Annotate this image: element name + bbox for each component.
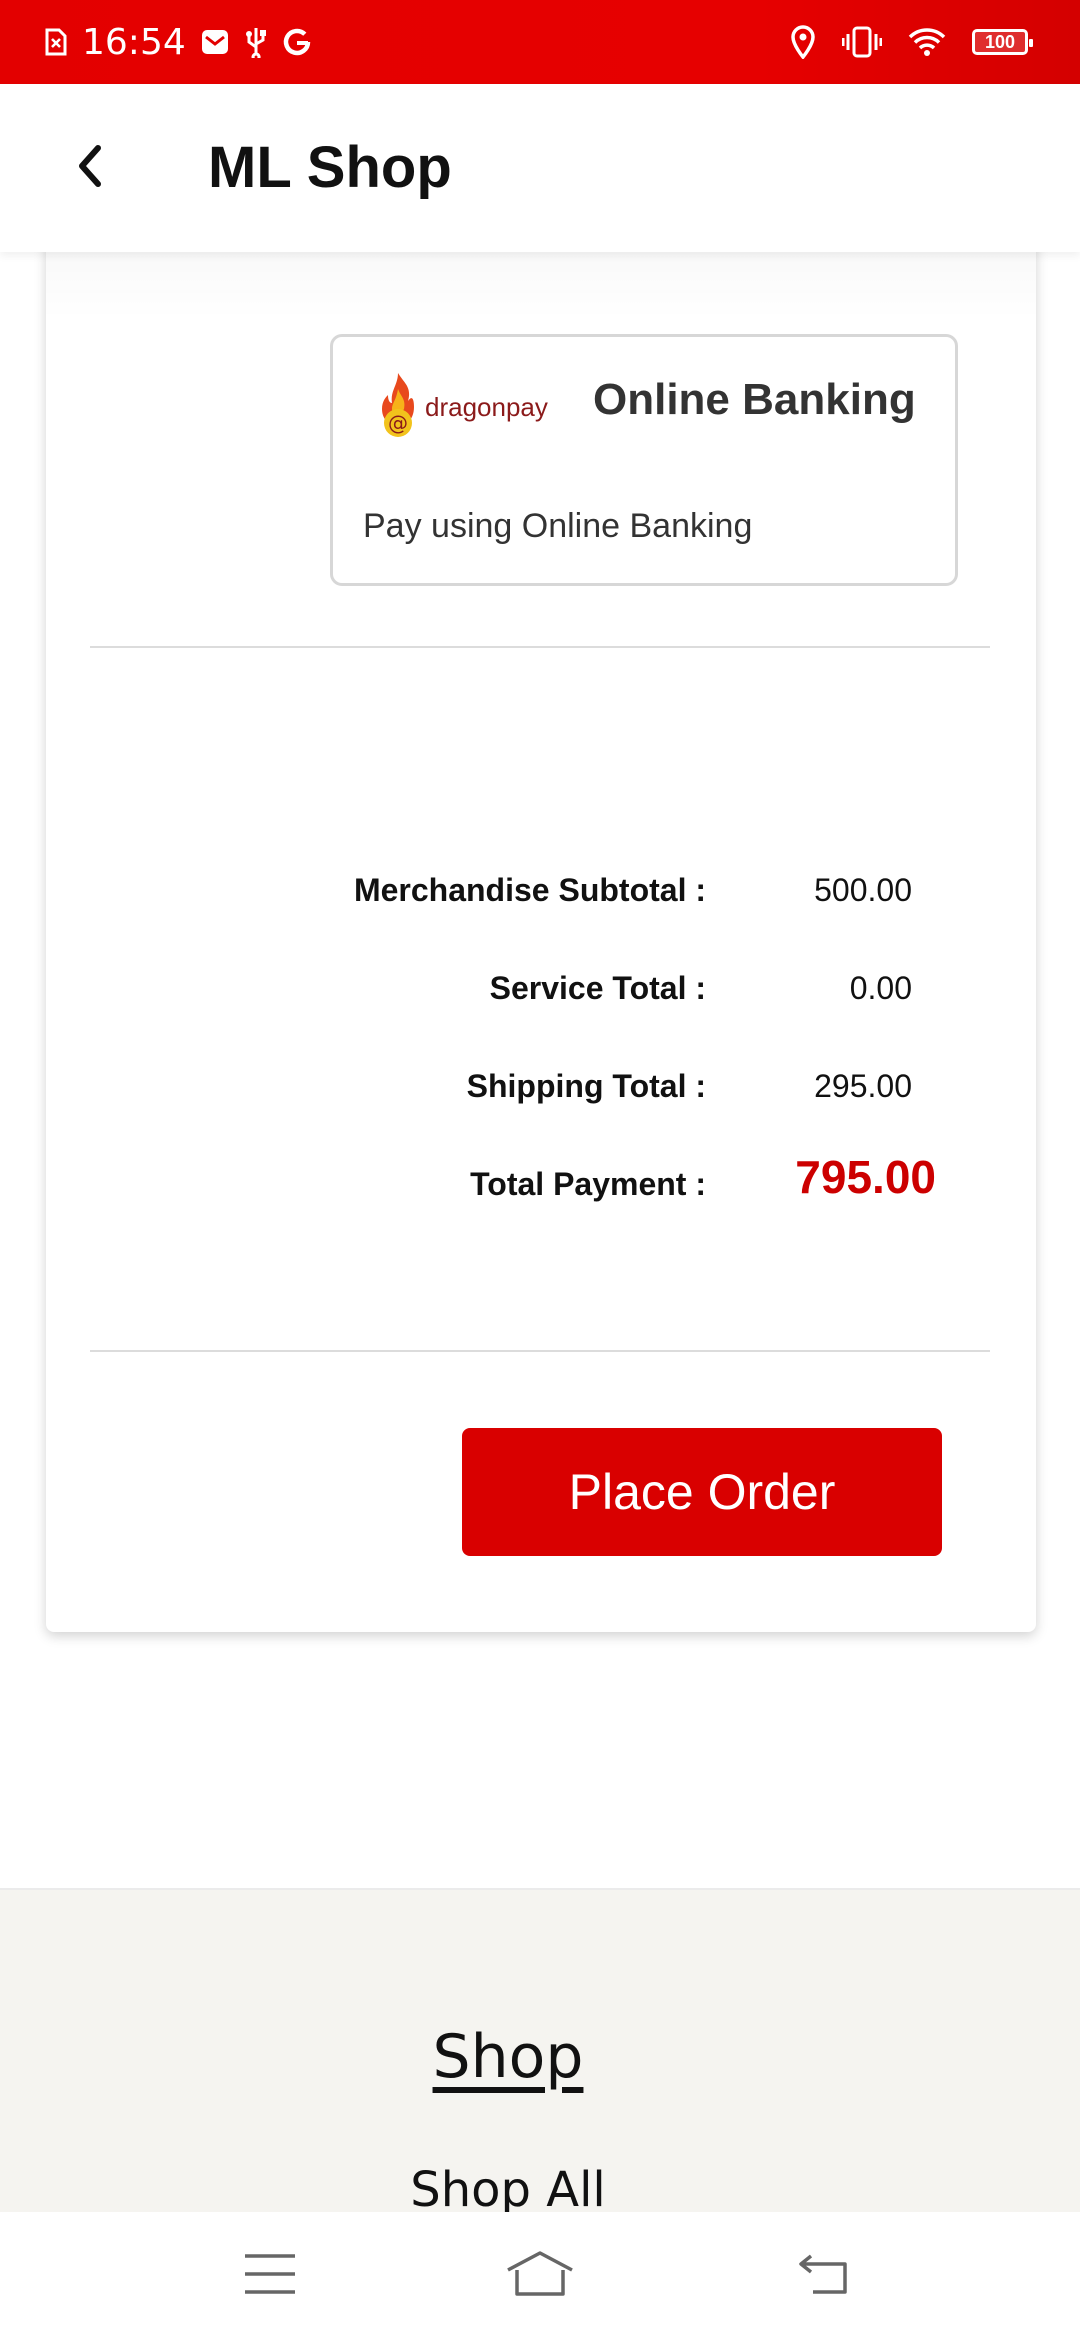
wifi-icon [908,27,946,57]
payment-option-description: Pay using Online Banking [363,507,753,545]
mail-icon [200,27,230,57]
payment-option-online-banking[interactable]: @ dragonpay Online Banking Pay using Onl… [330,334,958,586]
payment-option-title: Online Banking [593,375,916,424]
divider [90,1350,990,1352]
svg-text:@: @ [388,411,408,435]
dragonpay-logo: @ dragonpay [379,367,549,447]
back-button[interactable] [56,134,124,202]
usb-icon [244,26,268,58]
summary-row-service: Service Total : 0.00 [46,970,1036,1030]
total-payment-label: Total Payment : [470,1166,706,1202]
summary-value: 500.00 [814,872,912,908]
page-title: ML Shop [208,135,452,200]
menu-icon [243,2252,297,2301]
provider-logo-text: dragonpay [425,391,548,422]
summary-label: Shipping Total : [466,1068,706,1104]
home-icon [505,2250,575,2303]
summary-row-total: Total Payment : 795.00 [46,1151,1036,1226]
vibrate-icon [842,26,882,58]
summary-label: Merchandise Subtotal : [353,872,706,908]
footer-link-shop-all[interactable]: Shop All [0,2162,1016,2218]
checkout-card: @ dragonpay Online Banking Pay using Onl… [46,120,1036,1632]
app-bar: ML Shop [0,84,1080,252]
back-icon [797,2252,851,2301]
summary-row-merchandise: Merchandise Subtotal : 500.00 [46,872,1036,932]
nav-home-button[interactable] [500,2236,580,2316]
nav-back-button[interactable] [784,2236,864,2316]
battery-indicator: 100 [972,29,1033,55]
chevron-left-icon [72,142,108,195]
location-icon [790,25,816,59]
status-bar: 16:54 100 [0,0,1080,84]
status-time: 16:54 [82,21,186,63]
google-icon [282,27,312,57]
total-payment-value: 795.00 [795,1151,936,1203]
summary-row-shipping: Shipping Total : 295.00 [46,1068,1036,1128]
place-order-button[interactable]: Place Order [462,1428,942,1556]
divider [90,646,990,648]
summary-label: Service Total : [489,970,706,1006]
nav-menu-button[interactable] [230,2236,310,2316]
system-nav-bar [0,2212,1080,2340]
footer-heading-shop[interactable]: Shop [0,2022,1016,2092]
sim-error-icon [44,27,68,57]
summary-value: 295.00 [814,1068,912,1104]
summary-value: 0.00 [849,970,912,1006]
